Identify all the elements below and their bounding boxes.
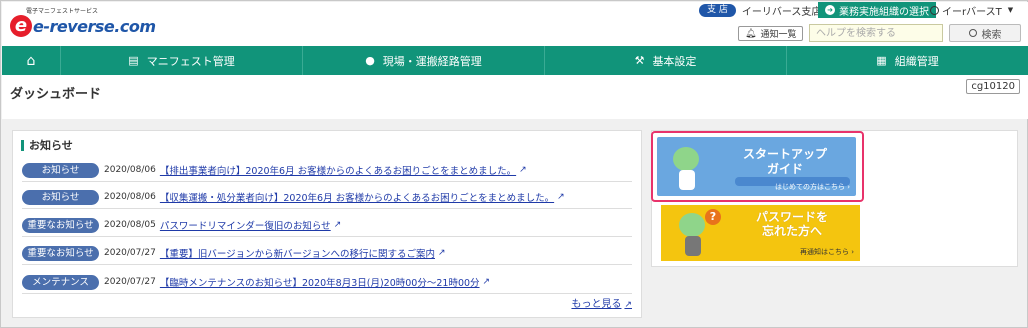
nav-label: マニフェスト管理 xyxy=(146,54,235,68)
startup-guide-sub: はじめての方はこちら › xyxy=(774,183,850,191)
news-badge: 重要なお知らせ xyxy=(22,217,99,233)
startup-guide-banner[interactable]: スタートアップ ガイド はじめての方はこちら › xyxy=(651,131,864,202)
news-row: お知らせ 2020/08/06 【排出事業者向け】2020年6月 お客様からのよ… xyxy=(22,159,632,182)
search-icon xyxy=(968,29,977,37)
bell-icon: 🔔︎ xyxy=(745,28,757,39)
news-link[interactable]: 【重要】旧バージョンから新バージョンへの移行に関するご案内 xyxy=(160,246,435,260)
logo-mark: e xyxy=(10,15,32,37)
startup-guide-title: スタートアップ ガイド xyxy=(742,147,827,176)
nav-manifest[interactable]: ▤ マニフェスト管理 xyxy=(61,46,303,75)
nav-home[interactable]: ⌂ xyxy=(2,46,61,75)
news-badge: メンテナンス xyxy=(22,274,99,290)
external-link-icon: ↗ xyxy=(333,220,342,230)
question-icon: ? xyxy=(705,209,721,225)
logo-name: e-reverse.com xyxy=(33,16,156,36)
branch-badge: 支 店 xyxy=(699,3,736,17)
password-banner-title: パスワードを 忘れた方へ xyxy=(755,210,828,238)
search-button[interactable]: 検索 xyxy=(949,24,1021,42)
user-icon xyxy=(930,5,939,15)
news-badge: 重要なお知らせ xyxy=(22,245,99,261)
news-row: 重要なお知らせ 2020/07/27 【重要】旧バージョンから新バージョンへの移… xyxy=(22,242,632,265)
logo[interactable]: 電子マニフェストサービス e e-reverse.com xyxy=(10,8,156,37)
more-news-label: もっと見る xyxy=(571,299,622,310)
news-date: 2020/07/27 xyxy=(104,277,156,287)
news-link[interactable]: 【排出事業者向け】2020年6月 お客様からのよくあるお困りごとをまとめました。 xyxy=(160,163,516,177)
news-date: 2020/07/27 xyxy=(104,248,156,258)
help-search-input[interactable] xyxy=(809,24,943,42)
arrow-circle-icon: ➜ xyxy=(825,5,835,15)
page-code: cg10120 xyxy=(966,79,1020,94)
nav-label: 現場・運搬経路管理 xyxy=(382,54,482,68)
user-menu[interactable]: イーrバースT ▼ xyxy=(930,3,1014,18)
org-select-label: 業務実施組織の選択 xyxy=(839,6,929,18)
document-icon: ▤ xyxy=(128,54,139,67)
page-header: ダッシュボード cg10120 xyxy=(2,75,1028,119)
nav-organization[interactable]: ▦ 組織管理 xyxy=(787,46,1028,75)
password-reminder-banner[interactable]: ? パスワードを 忘れた方へ 再通知はこちら › xyxy=(661,205,860,261)
page-title: ダッシュボード xyxy=(10,87,102,102)
mascot-icon xyxy=(667,143,707,191)
news-link[interactable]: 【臨時メンテナンスのお知らせ】2020年8月3日(月)20時00分～21時00分 xyxy=(160,275,480,289)
password-banner-sub: 再通知はこちら › xyxy=(799,248,854,256)
news-link[interactable]: 【収集運搬・処分業者向け】2020年6月 お客様からのよくあるお困りごとをまとめ… xyxy=(160,190,554,204)
nav-label: 組織管理 xyxy=(894,54,939,68)
user-name: イーrバースT xyxy=(942,6,1002,18)
search-button-label: 検索 xyxy=(981,29,1002,41)
org-select-button[interactable]: ➜ 業務実施組織の選択 xyxy=(818,2,936,18)
external-link-icon: ↗ xyxy=(557,192,565,202)
top-header: 電子マニフェストサービス e e-reverse.com 支 店 イーリバース支… xyxy=(2,2,1028,46)
news-panel-title: お知らせ xyxy=(21,140,73,151)
news-row: メンテナンス 2020/07/27 【臨時メンテナンスのお知らせ】2020年8月… xyxy=(22,271,632,294)
external-link-icon: ↗ xyxy=(438,248,446,258)
app-frame: 電子マニフェストサービス e e-reverse.com 支 店 イーリバース支… xyxy=(0,0,1028,328)
news-date: 2020/08/05 xyxy=(104,220,156,230)
notice-list-label: 通知一覧 xyxy=(760,30,797,40)
caret-down-icon: ▼ xyxy=(1007,6,1014,14)
logo-tagline: 電子マニフェストサービス xyxy=(26,8,99,15)
more-news-link[interactable]: もっと見る ↗ xyxy=(571,295,632,310)
map-pin-icon: ● xyxy=(365,54,375,67)
org-icon: ▦ xyxy=(876,54,887,67)
news-badge: お知らせ xyxy=(22,162,99,178)
startup-guide-image: スタートアップ ガイド はじめての方はこちら › xyxy=(657,137,856,196)
news-date: 2020/08/06 xyxy=(104,165,156,175)
branch-name: イーリバース支店 xyxy=(741,6,822,18)
external-link-icon: ↗ xyxy=(624,300,632,310)
wrench-icon: ⚒ xyxy=(634,54,645,67)
news-panel: お知らせ お知らせ 2020/08/06 【排出事業者向け】2020年6月 お客… xyxy=(12,130,642,318)
home-icon: ⌂ xyxy=(26,52,36,69)
external-link-icon: ↗ xyxy=(482,277,491,287)
notice-list-button[interactable]: 🔔︎ 通知一覧 xyxy=(738,26,804,41)
nav-site-route[interactable]: ● 現場・運搬経路管理 xyxy=(303,46,545,75)
branch-selector[interactable]: 支 店 イーリバース支店 ▼ xyxy=(699,3,830,18)
nav-basic-settings[interactable]: ⚒ 基本設定 xyxy=(545,46,787,75)
news-row: 重要なお知らせ 2020/08/05 パスワードリマインダー復旧のお知らせ ↗ xyxy=(22,214,632,237)
main-nav: ⌂ ▤ マニフェスト管理 ● 現場・運搬経路管理 ⚒ 基本設定 ▦ 組織管理 xyxy=(2,46,1028,75)
news-row: お知らせ 2020/08/06 【収集運搬・処分業者向け】2020年6月 お客様… xyxy=(22,186,632,209)
nav-label: 基本設定 xyxy=(652,54,697,68)
news-badge: お知らせ xyxy=(22,189,99,205)
news-date: 2020/08/06 xyxy=(104,192,156,202)
external-link-icon: ↗ xyxy=(519,165,527,175)
news-link[interactable]: パスワードリマインダー復旧のお知らせ xyxy=(160,218,331,232)
